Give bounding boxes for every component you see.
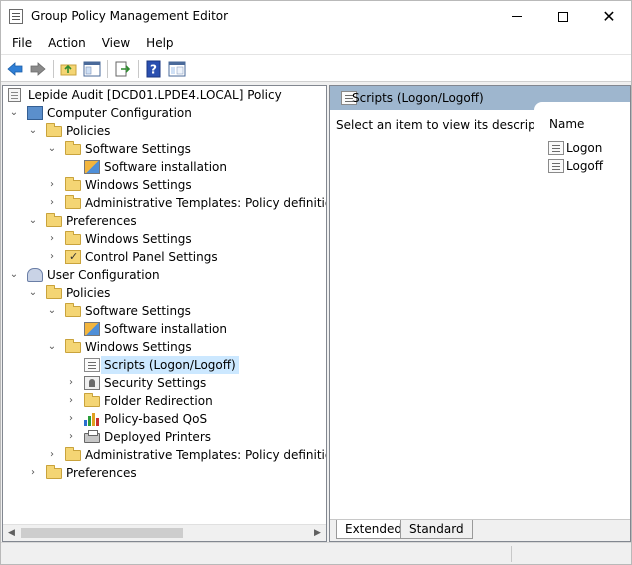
script-icon	[548, 141, 564, 155]
menu-bar: File Action View Help	[1, 32, 631, 54]
collapse-chevron-icon[interactable]: ⌄	[8, 104, 20, 122]
menu-action[interactable]: Action	[40, 36, 94, 50]
expand-chevron-icon[interactable]: ›	[65, 428, 77, 446]
folder-icon	[65, 231, 81, 245]
scroll-right-icon[interactable]: ▶	[309, 525, 326, 541]
details-list[interactable]: Name Logon Logoff	[534, 102, 630, 527]
toolbar: ?	[1, 54, 631, 82]
details-header-title: Scripts (Logon/Logoff)	[352, 91, 484, 105]
menu-help[interactable]: Help	[138, 36, 181, 50]
minimize-icon	[512, 16, 522, 17]
status-bar	[1, 542, 631, 564]
tab-standard[interactable]: Standard	[400, 520, 473, 539]
folder-icon	[65, 339, 81, 353]
forward-arrow-icon[interactable]	[29, 60, 47, 78]
column-header-name[interactable]: Name	[549, 117, 584, 131]
svg-text:?: ?	[150, 63, 157, 77]
menu-file[interactable]: File	[4, 36, 40, 50]
folder-icon	[46, 285, 62, 299]
policy-document-icon	[8, 88, 21, 102]
software-installation-icon	[84, 160, 100, 174]
title-bar: Group Policy Management Editor ✕	[1, 1, 631, 32]
folder-icon	[65, 447, 81, 461]
folder-icon	[46, 213, 62, 227]
scroll-left-icon[interactable]: ◀	[3, 525, 20, 541]
expand-chevron-icon[interactable]: ›	[46, 230, 58, 248]
folder-icon	[84, 393, 100, 407]
collapse-chevron-icon[interactable]: ⌄	[46, 338, 58, 356]
gpme-app-icon	[9, 9, 23, 24]
script-icon	[548, 159, 564, 173]
app-window: Group Policy Management Editor ✕ File Ac…	[0, 0, 632, 565]
console-tree-pane[interactable]: Lepide Audit [DCD01.LPDE4.LOCAL] Policy …	[2, 85, 327, 542]
expand-chevron-icon[interactable]: ›	[65, 374, 77, 392]
expand-chevron-icon[interactable]: ›	[46, 194, 58, 212]
minimize-button[interactable]	[494, 1, 540, 32]
tree-horizontal-scrollbar[interactable]: ◀ ▶	[3, 524, 326, 541]
toolbar-separator	[138, 60, 139, 78]
collapse-chevron-icon[interactable]: ⌄	[46, 140, 58, 158]
expand-chevron-icon[interactable]: ›	[46, 176, 58, 194]
user-icon	[27, 268, 43, 282]
details-pane: Scripts (Logon/Logoff) Select an item to…	[329, 85, 631, 542]
collapse-chevron-icon[interactable]: ⌄	[27, 122, 39, 140]
folder-icon	[65, 177, 81, 191]
up-folder-icon[interactable]	[60, 60, 78, 78]
maximize-icon	[558, 11, 568, 22]
help-icon[interactable]: ?	[145, 60, 163, 78]
collapse-chevron-icon[interactable]: ⌄	[27, 212, 39, 230]
security-lock-icon	[84, 376, 100, 390]
expand-chevron-icon[interactable]: ›	[46, 248, 58, 266]
close-icon: ✕	[602, 7, 616, 26]
script-icon	[84, 358, 100, 372]
expand-chevron-icon[interactable]: ›	[46, 446, 58, 464]
expand-chevron-icon[interactable]: ›	[65, 410, 77, 428]
properties-icon[interactable]	[168, 60, 186, 78]
printer-icon	[84, 430, 100, 443]
folder-icon	[65, 141, 81, 155]
folder-icon	[46, 465, 62, 479]
control-panel-icon	[65, 248, 81, 266]
folder-icon	[65, 303, 81, 317]
scrollbar-thumb[interactable]	[21, 528, 183, 538]
collapse-chevron-icon[interactable]: ⌄	[8, 266, 20, 284]
collapse-chevron-icon[interactable]: ⌄	[27, 284, 39, 302]
maximize-button[interactable]	[540, 1, 586, 32]
toolbar-separator	[53, 60, 54, 78]
status-separator	[511, 546, 512, 562]
item-description: Select an item to view its description.	[336, 118, 563, 132]
collapse-chevron-icon[interactable]: ⌄	[46, 302, 58, 320]
folder-icon	[65, 195, 81, 209]
folder-icon	[46, 123, 62, 137]
computer-icon	[27, 106, 43, 120]
software-installation-icon	[84, 322, 100, 336]
back-arrow-icon[interactable]	[6, 60, 24, 78]
bar-chart-icon	[84, 412, 100, 426]
window-title: Group Policy Management Editor	[31, 9, 229, 23]
export-list-icon[interactable]	[114, 60, 132, 78]
expand-chevron-icon[interactable]: ›	[65, 392, 77, 410]
view-tabs: Extended Standard	[330, 519, 630, 541]
expand-chevron-icon[interactable]: ›	[27, 464, 39, 482]
menu-view[interactable]: View	[94, 36, 138, 50]
show-hide-tree-icon[interactable]	[83, 60, 101, 78]
close-button[interactable]: ✕	[586, 1, 632, 32]
toolbar-separator	[107, 60, 108, 78]
